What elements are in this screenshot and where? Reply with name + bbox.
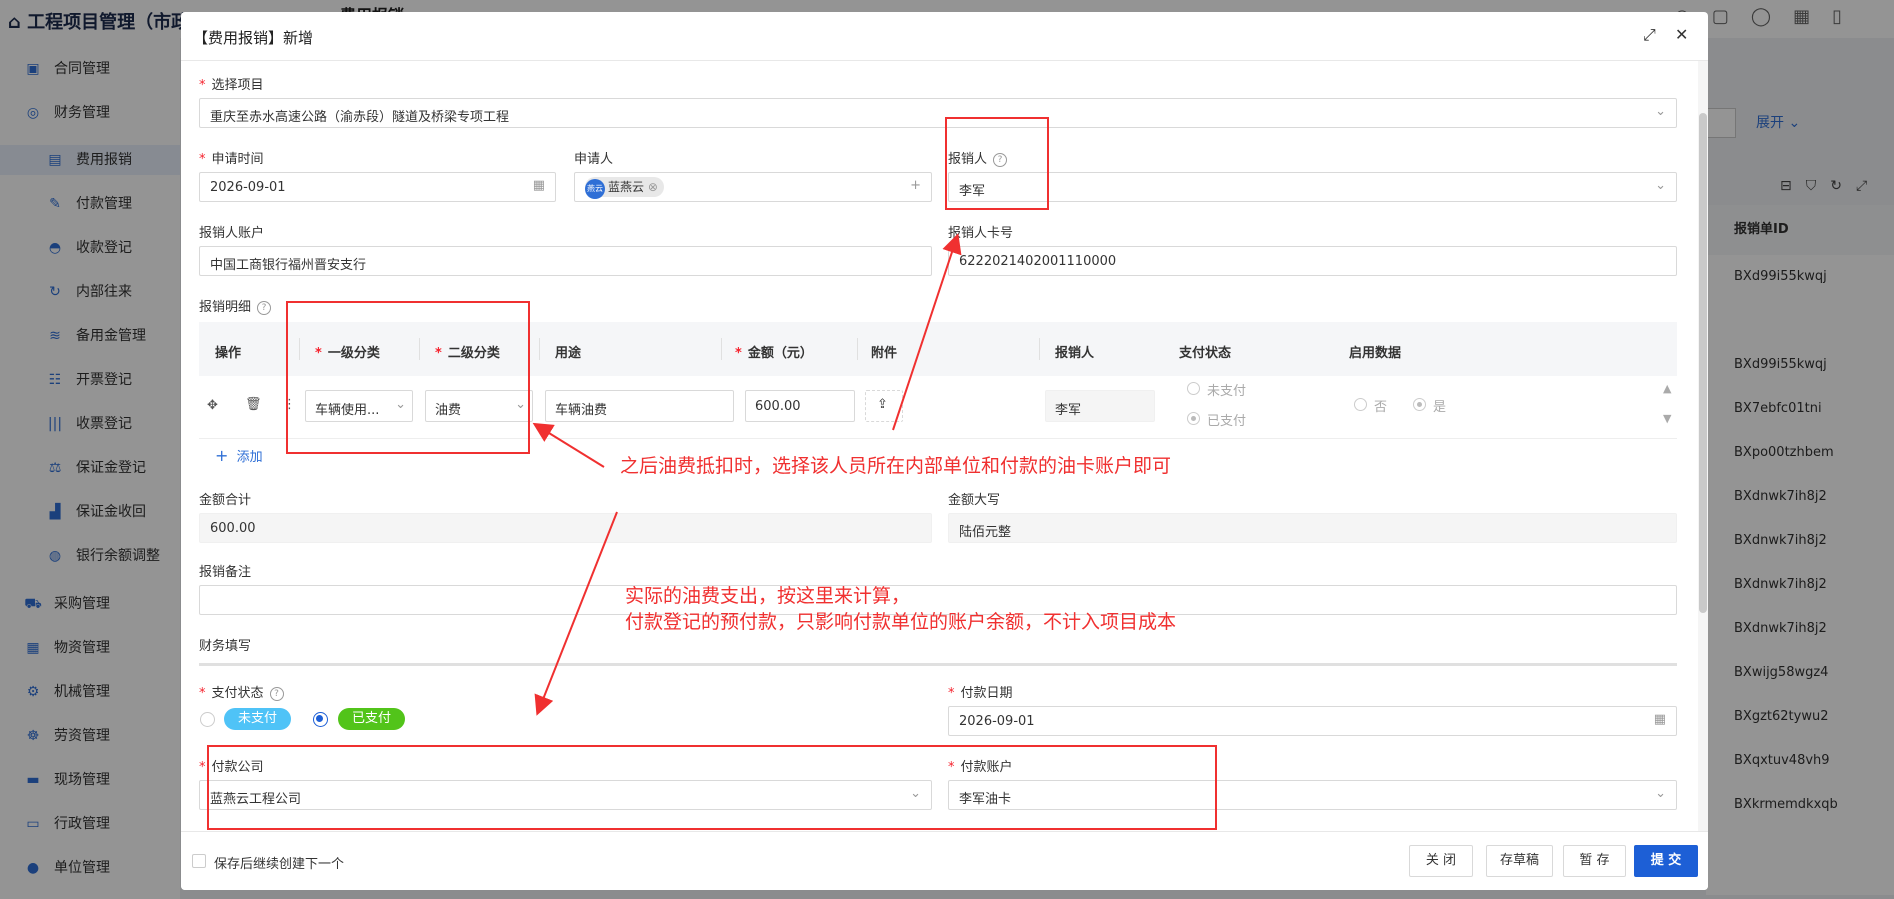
annotation-arrows [532,233,962,716]
arrow-to-payment [534,511,618,716]
arrow-to-reimburser [892,233,962,431]
arrow-to-category [532,422,605,468]
